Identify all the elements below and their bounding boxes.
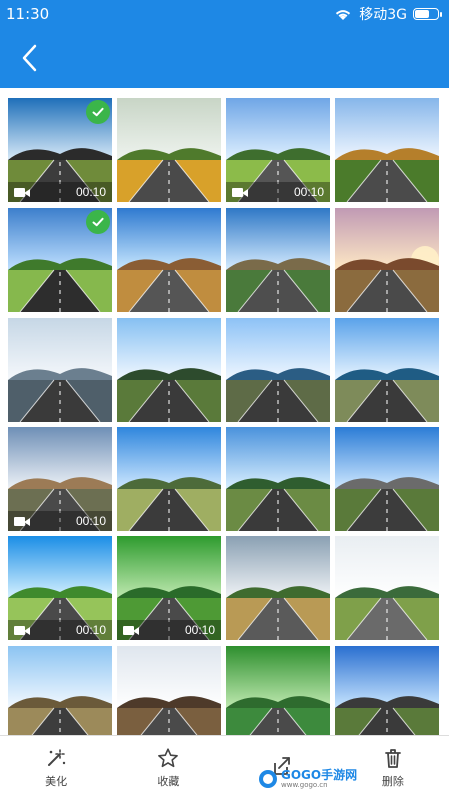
battery-fill	[415, 10, 430, 18]
media-tile[interactable]	[8, 646, 112, 735]
battery-icon	[413, 8, 442, 20]
media-tile[interactable]	[335, 646, 439, 735]
media-tile[interactable]	[117, 646, 221, 735]
video-overlay: 00:10	[8, 182, 112, 202]
photo-thumbnail-image	[335, 427, 439, 531]
beautify-button[interactable]: 美化	[0, 747, 112, 789]
photo-thumbnail-image	[226, 536, 330, 640]
video-camera-icon	[14, 516, 30, 526]
media-tile[interactable]	[117, 98, 221, 202]
app-bar	[0, 28, 449, 88]
video-camera-icon	[232, 187, 248, 197]
star-icon	[158, 748, 179, 768]
photo-thumbnail-image	[117, 427, 221, 531]
media-tile[interactable]	[117, 318, 221, 422]
media-tile[interactable]	[117, 208, 221, 312]
favorite-label: 收藏	[157, 775, 180, 788]
bottom-toolbar: 美化 收藏 删除	[0, 735, 449, 800]
photo-thumbnail-image	[335, 318, 439, 422]
video-overlay: 00:10	[226, 182, 330, 202]
photo-thumbnail-image	[335, 98, 439, 202]
media-tile[interactable]	[117, 427, 221, 531]
photo-thumbnail-image	[335, 208, 439, 312]
video-overlay: 00:10	[8, 620, 112, 640]
media-tile[interactable]	[8, 318, 112, 422]
selected-check-icon	[86, 210, 110, 234]
media-tile[interactable]: 00:10	[8, 427, 112, 531]
video-camera-icon	[14, 187, 30, 197]
share-icon	[273, 757, 290, 775]
back-button[interactable]	[12, 36, 46, 80]
photo-thumbnail-image	[226, 646, 330, 735]
delete-label: 删除	[381, 775, 404, 788]
status-time: 11:30	[6, 5, 50, 23]
photo-thumbnail-image	[8, 646, 112, 735]
photo-thumbnail-image	[117, 646, 221, 735]
media-tile[interactable]: 00:10	[8, 536, 112, 640]
favorite-button[interactable]: 收藏	[112, 747, 224, 789]
media-tile[interactable]	[8, 208, 112, 312]
photo-thumbnail-image	[117, 208, 221, 312]
status-bar: 11:30 移动3G	[0, 0, 449, 28]
photo-thumbnail-image	[117, 98, 221, 202]
media-tile[interactable]: 00:10	[8, 98, 112, 202]
photo-thumbnail-image	[226, 427, 330, 531]
media-tile[interactable]	[335, 427, 439, 531]
video-duration: 00:10	[75, 514, 106, 528]
media-tile[interactable]: 00:10	[226, 98, 330, 202]
media-tile[interactable]	[226, 318, 330, 422]
photo-thumbnail-image	[335, 646, 439, 735]
delete-button[interactable]: 删除	[337, 747, 449, 789]
media-tile[interactable]	[335, 208, 439, 312]
carrier-label: 移动3G	[359, 7, 407, 23]
trash-icon	[384, 749, 401, 768]
media-tile[interactable]	[226, 536, 330, 640]
chevron-left-icon	[22, 44, 37, 72]
photo-thumbnail-image	[335, 536, 439, 640]
video-overlay: 00:10	[8, 511, 112, 531]
media-tile[interactable]	[226, 208, 330, 312]
media-tile[interactable]	[226, 646, 330, 735]
video-duration: 00:10	[184, 623, 215, 637]
photo-thumbnail-image	[226, 208, 330, 312]
beautify-label: 美化	[45, 775, 68, 788]
video-duration: 00:10	[75, 623, 106, 637]
media-tile[interactable]: 00:10	[117, 536, 221, 640]
media-tile[interactable]	[335, 318, 439, 422]
media-tile[interactable]	[335, 98, 439, 202]
photo-thumbnail-image	[117, 318, 221, 422]
status-right: 移动3G	[333, 4, 442, 24]
video-camera-icon	[14, 625, 30, 635]
media-tile[interactable]	[335, 536, 439, 640]
video-overlay: 00:10	[117, 620, 221, 640]
magic-wand-icon	[48, 749, 66, 766]
photo-thumbnail-image	[226, 318, 330, 422]
video-camera-icon	[123, 625, 139, 635]
media-grid: 00:10 00:10 00:10 00:10 00:10	[0, 88, 449, 735]
photo-thumbnail-image	[8, 318, 112, 422]
media-tile[interactable]	[226, 427, 330, 531]
share-button[interactable]	[225, 755, 337, 781]
selected-check-icon	[86, 100, 110, 124]
video-duration: 00:10	[293, 185, 324, 199]
video-duration: 00:10	[75, 185, 106, 199]
wifi-icon	[333, 7, 353, 21]
